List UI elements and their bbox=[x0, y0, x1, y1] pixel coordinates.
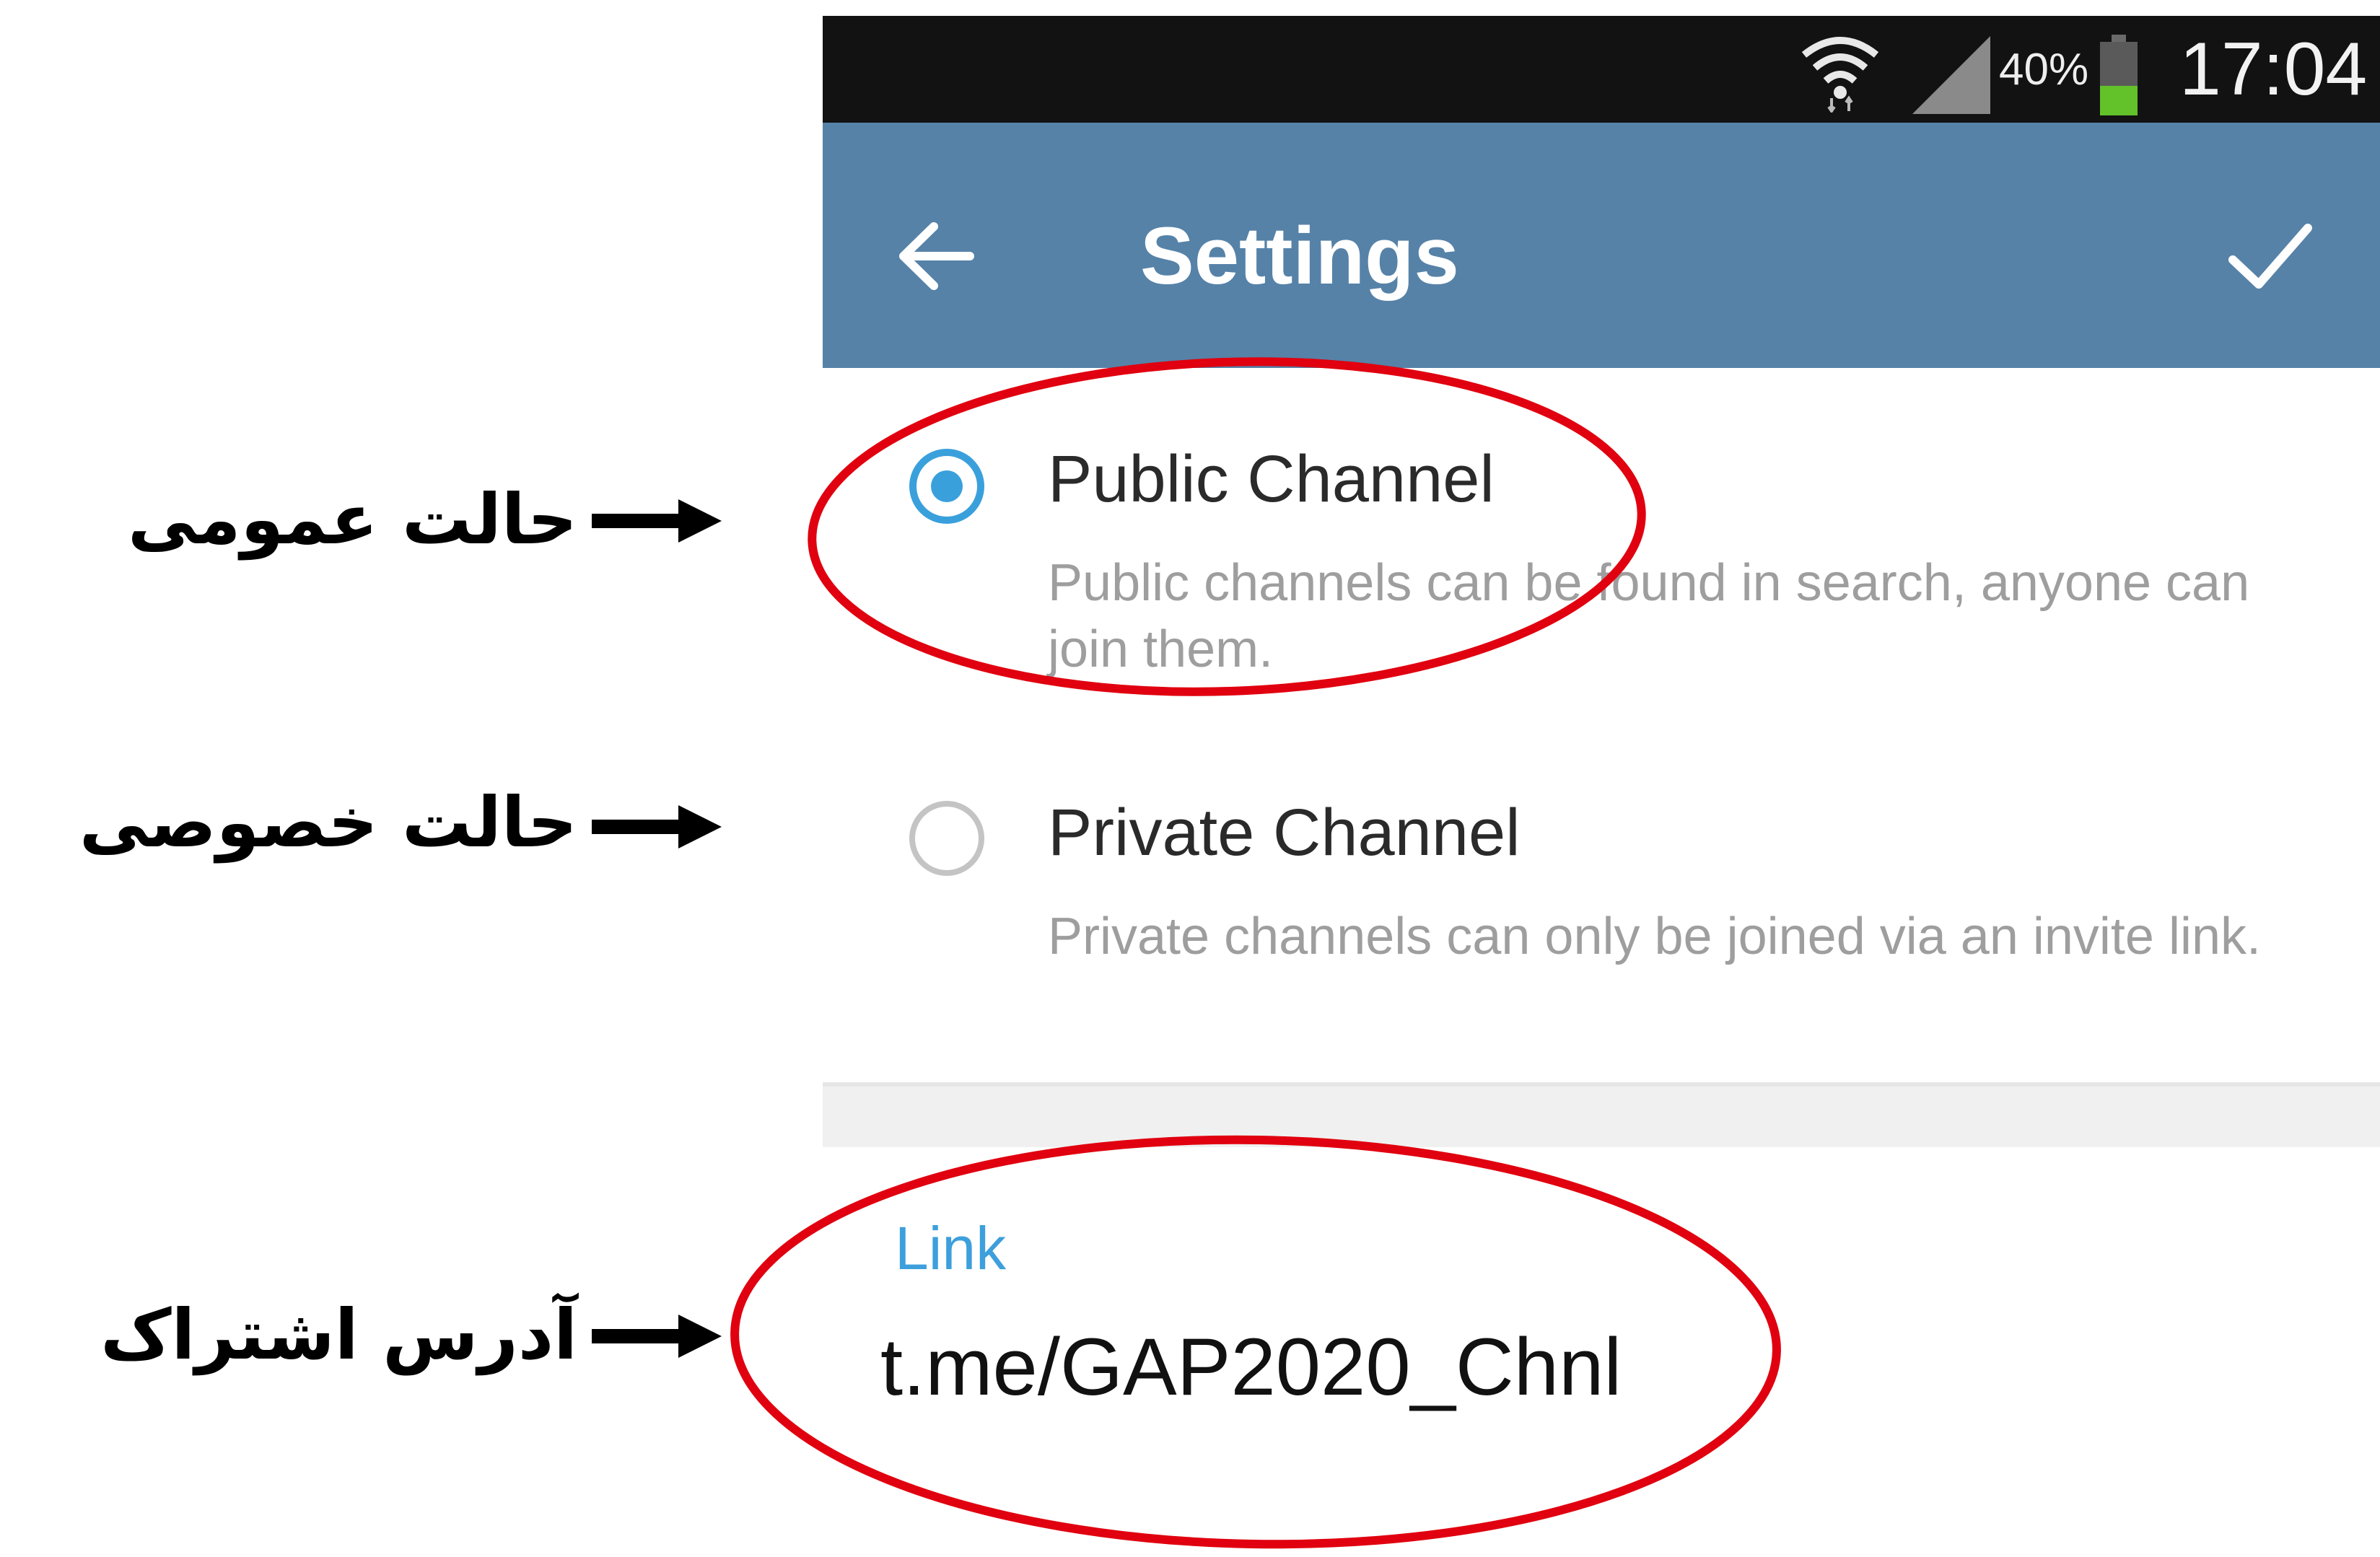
page-title: Settings bbox=[1140, 211, 1459, 301]
private-channel-radio[interactable] bbox=[909, 801, 984, 876]
annotation-public-mode: حالت عمومی bbox=[127, 479, 577, 560]
public-channel-option[interactable]: Public Channel Public channels can be fo… bbox=[823, 420, 2380, 723]
phone-screen: 40% 17:04 Settings Public Channel Public… bbox=[823, 16, 2380, 1557]
public-channel-title: Public Channel bbox=[1048, 442, 1495, 516]
status-time: 17:04 bbox=[2179, 27, 2368, 111]
app-bar: Settings bbox=[823, 123, 2380, 368]
arrow-right-icon bbox=[592, 805, 722, 848]
public-channel-description: Public channels can be found in search, … bbox=[1048, 554, 2250, 678]
private-channel-option[interactable]: Private Channel Private channels can onl… bbox=[823, 781, 2380, 1055]
private-channel-description: Private channels can only be joined via … bbox=[1048, 908, 2261, 965]
section-divider bbox=[823, 1082, 2380, 1147]
link-label: Link bbox=[895, 1214, 1007, 1282]
checkmark-icon[interactable] bbox=[2223, 209, 2316, 303]
cell-signal-icon bbox=[1912, 36, 1990, 114]
battery-icon bbox=[2100, 35, 2138, 115]
public-channel-radio[interactable] bbox=[909, 449, 984, 524]
link-field[interactable]: t.me/GAP2020_Chnl bbox=[880, 1320, 1622, 1413]
status-bar: 40% 17:04 bbox=[823, 16, 2380, 123]
battery-percent: 40% bbox=[1999, 45, 2089, 95]
private-channel-title: Private Channel bbox=[1048, 796, 1521, 869]
back-arrow-icon[interactable] bbox=[889, 209, 983, 303]
annotation-share-link: آدرس اشتراک bbox=[100, 1294, 577, 1375]
wifi-icon bbox=[1801, 37, 1879, 113]
arrow-right-icon bbox=[592, 499, 722, 543]
annotation-private-mode: حالت خصوصی bbox=[79, 782, 577, 863]
arrow-right-icon bbox=[592, 1315, 722, 1358]
